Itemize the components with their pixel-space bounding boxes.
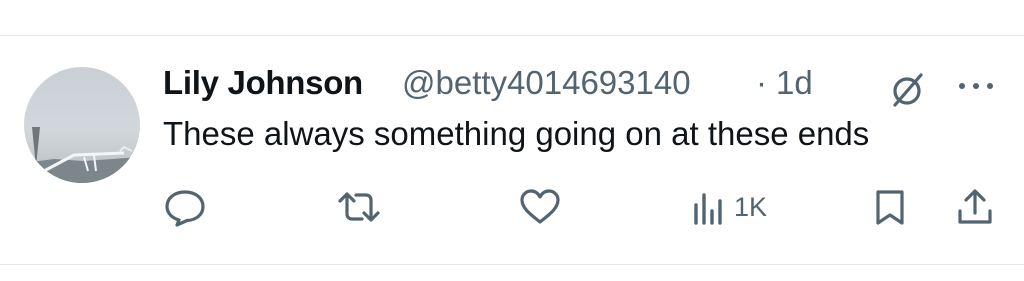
avatar[interactable] bbox=[24, 67, 140, 183]
bottom-divider bbox=[0, 264, 1024, 265]
like-button[interactable] bbox=[518, 187, 562, 227]
like-icon bbox=[520, 189, 560, 224]
grok-icon[interactable] bbox=[888, 70, 928, 110]
views-button[interactable]: 1K bbox=[690, 187, 767, 227]
views-count: 1K bbox=[734, 191, 768, 222]
avatar-photo bbox=[24, 127, 140, 183]
retweet-icon bbox=[338, 192, 380, 222]
author-handle[interactable]: @betty4014693140 bbox=[402, 64, 691, 102]
tweet-text: These always something going on at these… bbox=[163, 115, 870, 152]
share-button[interactable] bbox=[955, 187, 995, 227]
reply-icon bbox=[165, 190, 205, 227]
views-icon bbox=[694, 193, 722, 225]
more-icon[interactable] bbox=[956, 78, 996, 94]
share-icon bbox=[958, 189, 992, 224]
bookmark-button[interactable] bbox=[872, 187, 908, 227]
top-divider bbox=[0, 35, 1024, 36]
author-name[interactable]: Lily Johnson bbox=[163, 64, 363, 102]
separator-dot: · bbox=[756, 64, 767, 101]
bookmark-icon bbox=[876, 190, 904, 225]
reply-button[interactable] bbox=[163, 187, 207, 227]
retweet-button[interactable] bbox=[336, 187, 382, 227]
tweet-timestamp[interactable]: 1d bbox=[776, 64, 813, 102]
